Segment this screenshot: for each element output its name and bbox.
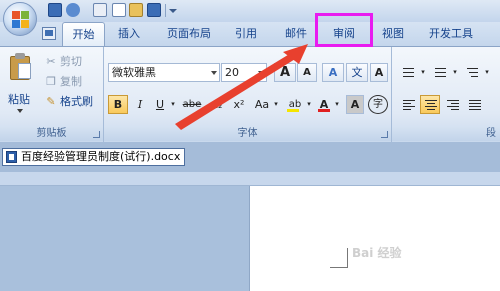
cut-label: 剪切 bbox=[60, 55, 82, 68]
underline-dropdown-icon[interactable]: ▾ bbox=[169, 95, 177, 114]
font-name-select[interactable]: 微软雅黑 bbox=[108, 63, 220, 82]
multilevel-list-button[interactable] bbox=[462, 63, 482, 82]
highlight-color-bar bbox=[287, 109, 299, 112]
tab-page-layout[interactable]: 页面布局 bbox=[158, 22, 220, 46]
clipboard-group: 粘贴 ✂ 剪切 ❐ 复制 ✎ 格式刷 剪贴板 bbox=[0, 47, 104, 143]
quick-access-separator bbox=[165, 4, 166, 17]
cut-button[interactable]: ✂ 剪切 bbox=[44, 53, 82, 71]
shrink-font-button[interactable]: A bbox=[297, 63, 317, 82]
superscript-button[interactable]: x² bbox=[229, 95, 249, 114]
paragraph-group: ▾ ▾ ▾ 段 bbox=[392, 47, 500, 143]
align-right-button[interactable] bbox=[442, 95, 462, 114]
tab-mailings[interactable]: 邮件 bbox=[276, 22, 316, 46]
customize-quick-access-icon[interactable] bbox=[169, 9, 177, 13]
copy-label: 复制 bbox=[60, 75, 82, 88]
title-bar bbox=[0, 0, 500, 22]
character-shading-button[interactable]: A bbox=[346, 95, 364, 114]
document-tab[interactable]: 百度经验管理员制度(试行).docx bbox=[2, 148, 185, 166]
tab-references[interactable]: 引用 bbox=[226, 22, 266, 46]
align-center-button[interactable] bbox=[420, 95, 440, 114]
watermark-logo: Bai 经验 bbox=[352, 246, 402, 260]
change-case-dropdown-icon[interactable]: ▾ bbox=[272, 95, 280, 114]
clear-formatting-button[interactable]: A bbox=[322, 63, 344, 82]
phonetic-guide-button[interactable]: 文 bbox=[346, 63, 368, 82]
bullets-button[interactable] bbox=[398, 63, 418, 82]
paste-icon[interactable] bbox=[10, 53, 32, 81]
office-logo-icon bbox=[12, 11, 30, 29]
chevron-down-icon bbox=[258, 71, 264, 75]
review-tab-highlight bbox=[315, 13, 373, 47]
ribbon: 粘贴 ✂ 剪切 ❐ 复制 ✎ 格式刷 剪贴板 微软雅黑 20 A A A 文 A B … bbox=[0, 46, 500, 143]
strikethrough-button[interactable]: abe bbox=[180, 95, 204, 114]
align-left-button[interactable] bbox=[398, 95, 418, 114]
copy-button[interactable]: ❐ 复制 bbox=[44, 73, 82, 91]
enclose-characters-button[interactable]: 字 bbox=[368, 95, 388, 114]
help-icon[interactable] bbox=[42, 27, 56, 40]
word-document-icon bbox=[6, 151, 17, 163]
document-tab-strip: 百度经验管理员制度(试行).docx bbox=[0, 142, 500, 172]
document-page[interactable] bbox=[249, 186, 500, 291]
font-color-dropdown-icon[interactable]: ▾ bbox=[333, 95, 341, 114]
print-preview-icon[interactable] bbox=[93, 3, 107, 17]
font-name-value: 微软雅黑 bbox=[112, 66, 156, 79]
chevron-down-icon bbox=[211, 71, 217, 75]
justify-button[interactable] bbox=[464, 95, 484, 114]
clipboard-group-label: 剪贴板 bbox=[0, 126, 103, 141]
change-case-button[interactable]: Aa bbox=[251, 95, 273, 114]
document-tab-title: 百度经验管理员制度(试行).docx bbox=[21, 150, 181, 163]
ruler-area bbox=[0, 172, 500, 186]
font-size-value: 20 bbox=[225, 66, 239, 79]
copy-icon: ❐ bbox=[46, 75, 56, 88]
new-document-icon[interactable] bbox=[112, 3, 126, 17]
numbering-dropdown-icon[interactable]: ▾ bbox=[451, 63, 459, 82]
grow-font-button[interactable]: A bbox=[274, 63, 296, 82]
paste-button[interactable]: 粘贴 bbox=[8, 91, 30, 107]
clipboard-dialog-launcher-icon[interactable] bbox=[93, 131, 100, 138]
subscript-button[interactable]: x₂ bbox=[207, 95, 227, 114]
font-group: 微软雅黑 20 A A A 文 A B I U ▾ abe x₂ x² Aa ▾… bbox=[104, 47, 392, 143]
font-color-bar bbox=[318, 109, 330, 112]
brush-icon: ✎ bbox=[46, 95, 56, 108]
font-dialog-launcher-icon[interactable] bbox=[381, 131, 388, 138]
tab-view[interactable]: 视图 bbox=[373, 22, 413, 46]
document-workspace bbox=[0, 172, 500, 291]
underline-button[interactable]: U bbox=[151, 95, 169, 114]
undo-icon[interactable] bbox=[66, 3, 80, 17]
bold-button[interactable]: B bbox=[108, 95, 128, 114]
open-icon[interactable] bbox=[129, 3, 143, 17]
margin-corner-mark bbox=[330, 248, 348, 268]
font-size-select[interactable]: 20 bbox=[221, 63, 267, 82]
office-button[interactable] bbox=[3, 2, 37, 36]
font-group-label: 字体 bbox=[104, 126, 391, 141]
character-border-button[interactable]: A bbox=[370, 63, 388, 82]
save-icon[interactable] bbox=[48, 3, 62, 17]
ribbon-tabs: 开始 插入 页面布局 引用 邮件 审阅 视图 开发工具 bbox=[0, 22, 500, 46]
tab-home[interactable]: 开始 bbox=[62, 22, 105, 46]
italic-button[interactable]: I bbox=[131, 95, 149, 114]
highlight-dropdown-icon[interactable]: ▾ bbox=[305, 95, 313, 114]
tab-insert[interactable]: 插入 bbox=[109, 22, 149, 46]
paragraph-group-label: 段 bbox=[392, 126, 500, 141]
paste-dropdown-icon[interactable] bbox=[17, 109, 23, 113]
bullets-dropdown-icon[interactable]: ▾ bbox=[419, 63, 427, 82]
numbering-button[interactable] bbox=[430, 63, 450, 82]
format-painter-button[interactable]: ✎ 格式刷 bbox=[44, 93, 93, 111]
format-painter-label: 格式刷 bbox=[60, 95, 93, 108]
font-color-button[interactable]: A bbox=[315, 95, 333, 114]
scissors-icon: ✂ bbox=[46, 55, 56, 68]
quick-save-icon[interactable] bbox=[147, 3, 161, 17]
tab-developer[interactable]: 开发工具 bbox=[420, 22, 482, 46]
text-highlight-button[interactable]: ab bbox=[284, 95, 306, 114]
multilevel-dropdown-icon[interactable]: ▾ bbox=[483, 63, 491, 82]
